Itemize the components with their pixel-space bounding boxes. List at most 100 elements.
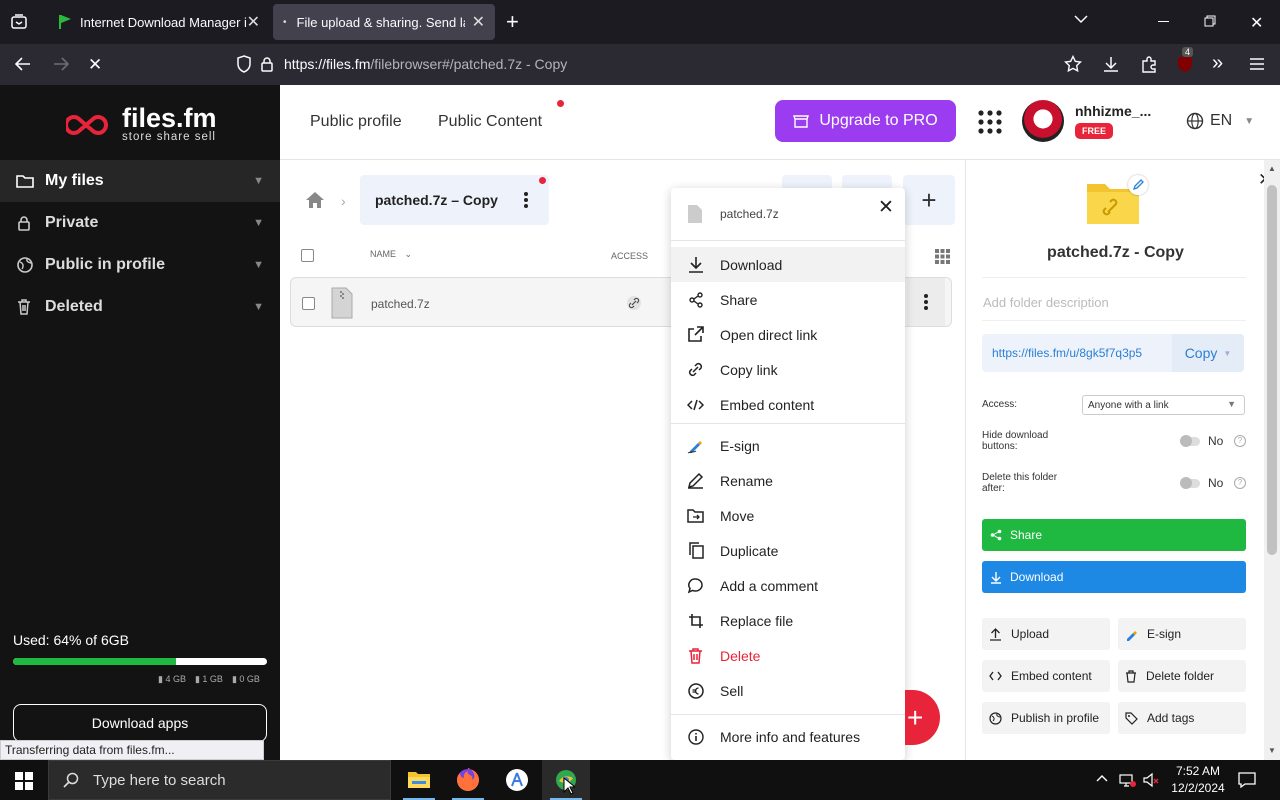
menu-item-duplicate[interactable]: Duplicate (671, 533, 905, 568)
download-button[interactable]: Download (982, 561, 1246, 593)
add-tags-button[interactable]: Add tags (1118, 702, 1246, 734)
chevron-down-icon[interactable]: ▼ (253, 301, 264, 313)
menu-item-open-direct-link[interactable]: Open direct link (671, 317, 905, 352)
close-window-icon[interactable]: ✕ (1250, 13, 1263, 33)
grid-view-icon[interactable] (935, 249, 950, 264)
more-tools-icon[interactable]: » (1212, 52, 1223, 75)
menu-item-share[interactable]: Share (671, 282, 905, 317)
public-content-link[interactable]: Public Content (438, 113, 542, 131)
row-checkbox[interactable] (302, 297, 315, 310)
minimize-icon[interactable] (1158, 21, 1169, 22)
menu-item-sell[interactable]: Sell (671, 673, 905, 708)
sidebar-item-public-in-profile[interactable]: Public in profile ▼ (0, 244, 280, 286)
username[interactable]: nhhizme_... (1075, 103, 1151, 119)
notifications-icon[interactable] (1238, 771, 1256, 789)
share-link-field[interactable]: https://files.fm/u/8gk5f7q3p5 Copy ▼ (982, 334, 1244, 372)
access-select[interactable]: Anyone with a link ▼ (1082, 395, 1245, 415)
list-all-tabs-icon[interactable] (1074, 14, 1088, 24)
tab-idm[interactable]: Internet Download Manager is ✕ (48, 4, 270, 40)
column-header-name[interactable]: NAME ⌄ (370, 249, 412, 260)
mouse-cursor-icon (563, 777, 575, 795)
menu-item-e-sign[interactable]: E-sign (671, 428, 905, 463)
scroll-down-icon[interactable]: ▼ (1268, 746, 1276, 755)
add-button[interactable]: + (903, 175, 955, 225)
volume-icon[interactable] (1143, 772, 1161, 788)
tab-close-icon[interactable]: ✕ (247, 12, 260, 32)
avatar[interactable] (1022, 100, 1064, 142)
ublock-icon[interactable]: 4 (1176, 47, 1194, 73)
bookmark-star-icon[interactable] (1064, 55, 1082, 73)
taskbar-search-input[interactable]: Type here to search (48, 760, 391, 800)
globe-icon (16, 256, 34, 274)
file-name[interactable]: patched.7z (371, 297, 430, 311)
restore-icon[interactable] (1204, 15, 1216, 27)
delete-after-toggle[interactable] (1180, 477, 1200, 489)
windows-start-icon[interactable] (15, 772, 33, 790)
menu-item-download[interactable]: Download (671, 247, 905, 282)
sidebar-item-private[interactable]: Private ▼ (0, 202, 280, 244)
tab-files-fm[interactable]: • File upload & sharing. Send larg ✕ (273, 4, 495, 40)
sidebar-item-deleted[interactable]: Deleted ▼ (0, 286, 280, 328)
menu-item-add-a-comment[interactable]: Add a comment (671, 568, 905, 603)
tab-overview-icon[interactable] (10, 13, 28, 31)
help-icon[interactable]: ? (1234, 435, 1246, 447)
help-icon[interactable]: ? (1234, 477, 1246, 489)
upgrade-to-pro-button[interactable]: Upgrade to PRO (775, 100, 956, 142)
menu-item-rename[interactable]: Rename (671, 463, 905, 498)
firefox-icon[interactable] (444, 760, 492, 800)
embed-content-button[interactable]: Embed content (982, 660, 1110, 692)
download-apps-button[interactable]: Download apps (13, 704, 267, 742)
chevron-down-icon[interactable]: ▼ (253, 217, 264, 229)
apps-grid-icon[interactable] (978, 110, 1002, 134)
system-clock[interactable]: 7:52 AM 12/2/2024 (1170, 763, 1226, 797)
hide-download-toggle[interactable] (1180, 435, 1200, 447)
folder-description-input[interactable]: Add folder description (983, 295, 1109, 310)
add-floating-button[interactable]: + (905, 690, 940, 745)
panel-scrollbar[interactable]: ▲ ▼ (1264, 160, 1280, 760)
file-explorer-icon[interactable] (395, 760, 443, 800)
downloads-icon[interactable] (1102, 55, 1120, 73)
publish-in-profile-button[interactable]: Publish in profile (982, 702, 1110, 734)
breadcrumb-current-folder[interactable]: patched.7z – Copy (360, 175, 549, 225)
address-bar[interactable]: https://files.fm/filebrowser#/patched.7z… (228, 48, 1056, 80)
scrollbar-thumb[interactable] (1267, 185, 1277, 555)
network-icon[interactable] (1119, 772, 1137, 788)
menu-item-embed-content[interactable]: Embed content (671, 387, 905, 422)
home-icon[interactable] (305, 191, 325, 209)
menu-item-delete[interactable]: Delete (671, 638, 905, 673)
scroll-up-icon[interactable]: ▲ (1268, 164, 1276, 173)
app-store-icon[interactable] (493, 760, 541, 800)
share-button[interactable]: Share (982, 519, 1246, 551)
copy-link-button[interactable]: Copy ▼ (1172, 334, 1244, 372)
app-menu-icon[interactable] (1249, 57, 1265, 71)
menu-item-more-info[interactable]: More info and features (671, 719, 905, 754)
more-vertical-icon[interactable] (523, 191, 529, 209)
language-selector[interactable]: EN ▼ (1186, 112, 1254, 130)
forward-icon[interactable] (52, 55, 70, 73)
sidebar-item-my-files[interactable]: My files ▼ (0, 160, 280, 202)
share-link-url[interactable]: https://files.fm/u/8gk5f7q3p5 (992, 346, 1142, 360)
show-hidden-icons-icon[interactable] (1096, 774, 1108, 782)
stop-loading-icon[interactable]: ✕ (88, 55, 102, 75)
e-sign-button[interactable]: E-sign (1118, 618, 1246, 650)
edit-icon[interactable] (1128, 175, 1148, 195)
files-fm-logo[interactable]: files.fm store share sell (66, 105, 217, 143)
menu-item-replace-file[interactable]: Replace file (671, 603, 905, 638)
new-tab-icon[interactable]: + (506, 9, 519, 35)
close-icon[interactable]: ✕ (878, 196, 894, 219)
link-icon[interactable] (627, 296, 641, 310)
select-all-checkbox[interactable] (301, 249, 314, 262)
lock-icon[interactable] (260, 56, 274, 72)
public-profile-link[interactable]: Public profile (310, 113, 402, 131)
extensions-icon[interactable] (1140, 55, 1158, 73)
shield-icon[interactable] (236, 55, 252, 73)
menu-item-copy-link[interactable]: Copy link (671, 352, 905, 387)
chevron-down-icon[interactable]: ▼ (253, 259, 264, 271)
delete-folder-button[interactable]: Delete folder (1118, 660, 1246, 692)
back-icon[interactable] (14, 55, 32, 73)
tab-close-icon[interactable]: ✕ (472, 12, 485, 32)
upload-button[interactable]: Upload (982, 618, 1110, 650)
menu-item-move[interactable]: Move (671, 498, 905, 533)
more-vertical-icon[interactable] (907, 278, 945, 326)
chevron-down-icon[interactable]: ▼ (253, 175, 264, 187)
